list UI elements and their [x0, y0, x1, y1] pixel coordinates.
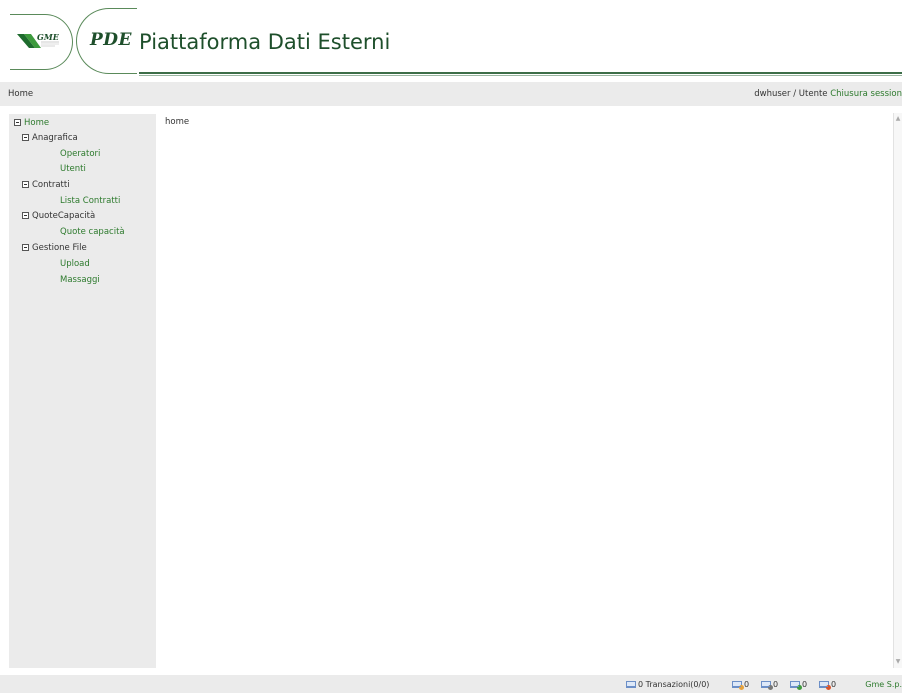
- top-bar: Home dwhuser / Utente Chiusura session: [0, 82, 902, 106]
- tree-label-anagrafica: Anagrafica: [32, 133, 78, 143]
- collapse-icon[interactable]: [22, 134, 29, 141]
- title-divider-light: [139, 75, 902, 76]
- username: dwhuser: [754, 89, 791, 99]
- collapse-icon[interactable]: [22, 244, 29, 251]
- tree-node-contratti[interactable]: Contratti: [22, 180, 70, 191]
- tree-label-gestione-file: Gestione File: [32, 243, 87, 253]
- header: GME PDE Piattaforma Dati Esterni: [0, 0, 902, 82]
- app-title: Piattaforma Dati Esterni: [139, 30, 391, 54]
- tree-item-quote-capacita[interactable]: Quote capacità: [60, 227, 125, 238]
- status-bar: 0 Transazioni(0/0) 0 0 0 0 Gme S.p.: [0, 675, 902, 693]
- tree-item-upload[interactable]: Upload: [60, 259, 90, 270]
- tree-item-massaggi[interactable]: Massaggi: [60, 275, 100, 286]
- status-counter-1[interactable]: 0: [732, 680, 750, 690]
- tree-item-operatori[interactable]: Operatori: [60, 149, 100, 160]
- envelope-error-icon: [761, 681, 773, 690]
- scroll-up-arrow-icon[interactable]: ▲: [895, 116, 901, 122]
- user-area: dwhuser / Utente Chiusura session: [754, 89, 902, 99]
- envelope-icon: [626, 681, 636, 688]
- envelope-ok-icon: [790, 681, 802, 690]
- main-content: home: [165, 117, 190, 127]
- tree-node-quote-capacita[interactable]: QuoteCapacità: [22, 211, 95, 222]
- tree-node-gestione-file[interactable]: Gestione File: [22, 243, 87, 254]
- counter-2-value: 0: [773, 680, 779, 689]
- counter-4-value: 0: [831, 680, 837, 689]
- collapse-icon[interactable]: [22, 212, 29, 219]
- breadcrumb: Home: [8, 89, 34, 99]
- scrollbar[interactable]: ▲ ▼: [893, 113, 902, 668]
- tree-label-quote-capacita: QuoteCapacità: [32, 211, 96, 221]
- tree-item-lista-contratti[interactable]: Lista Contratti: [60, 196, 120, 207]
- status-counter-3[interactable]: 0: [790, 680, 808, 690]
- envelope-rejected-icon: [819, 681, 831, 690]
- user-separator: /: [790, 89, 799, 99]
- tree-item-utenti[interactable]: Utenti: [60, 164, 86, 175]
- copyright: Gme S.p.: [865, 680, 902, 689]
- scroll-down-arrow-icon[interactable]: ▼: [895, 659, 901, 665]
- collapse-icon[interactable]: [14, 119, 21, 126]
- status-counter-4[interactable]: 0: [819, 680, 837, 690]
- logo: GME PDE: [10, 8, 137, 74]
- logout-link[interactable]: Chiusura session: [830, 89, 902, 99]
- title-divider: [139, 72, 902, 74]
- messages-count: 0: [638, 680, 644, 689]
- messages-status[interactable]: 0 Transazioni(0/0): [626, 680, 709, 689]
- envelope-pending-icon: [732, 681, 744, 690]
- gme-logo-icon: GME: [17, 32, 60, 48]
- pde-logo-text: PDE: [90, 30, 132, 50]
- collapse-icon[interactable]: [22, 181, 29, 188]
- user-role: Utente: [798, 89, 828, 99]
- tree-node-home[interactable]: Home: [14, 118, 49, 129]
- counter-3-value: 0: [802, 680, 808, 689]
- svg-text:GME: GME: [37, 32, 60, 42]
- sidebar: Home Anagrafica Operatori Utenti Contrat…: [9, 114, 156, 668]
- status-counter-2[interactable]: 0: [761, 680, 779, 690]
- tree-node-anagrafica[interactable]: Anagrafica: [22, 133, 78, 144]
- tree-label-home: Home: [24, 118, 50, 128]
- counter-1-value: 0: [744, 680, 750, 689]
- transactions-label: Transazioni(0/0): [645, 680, 710, 689]
- tree-label-contratti: Contratti: [32, 180, 70, 190]
